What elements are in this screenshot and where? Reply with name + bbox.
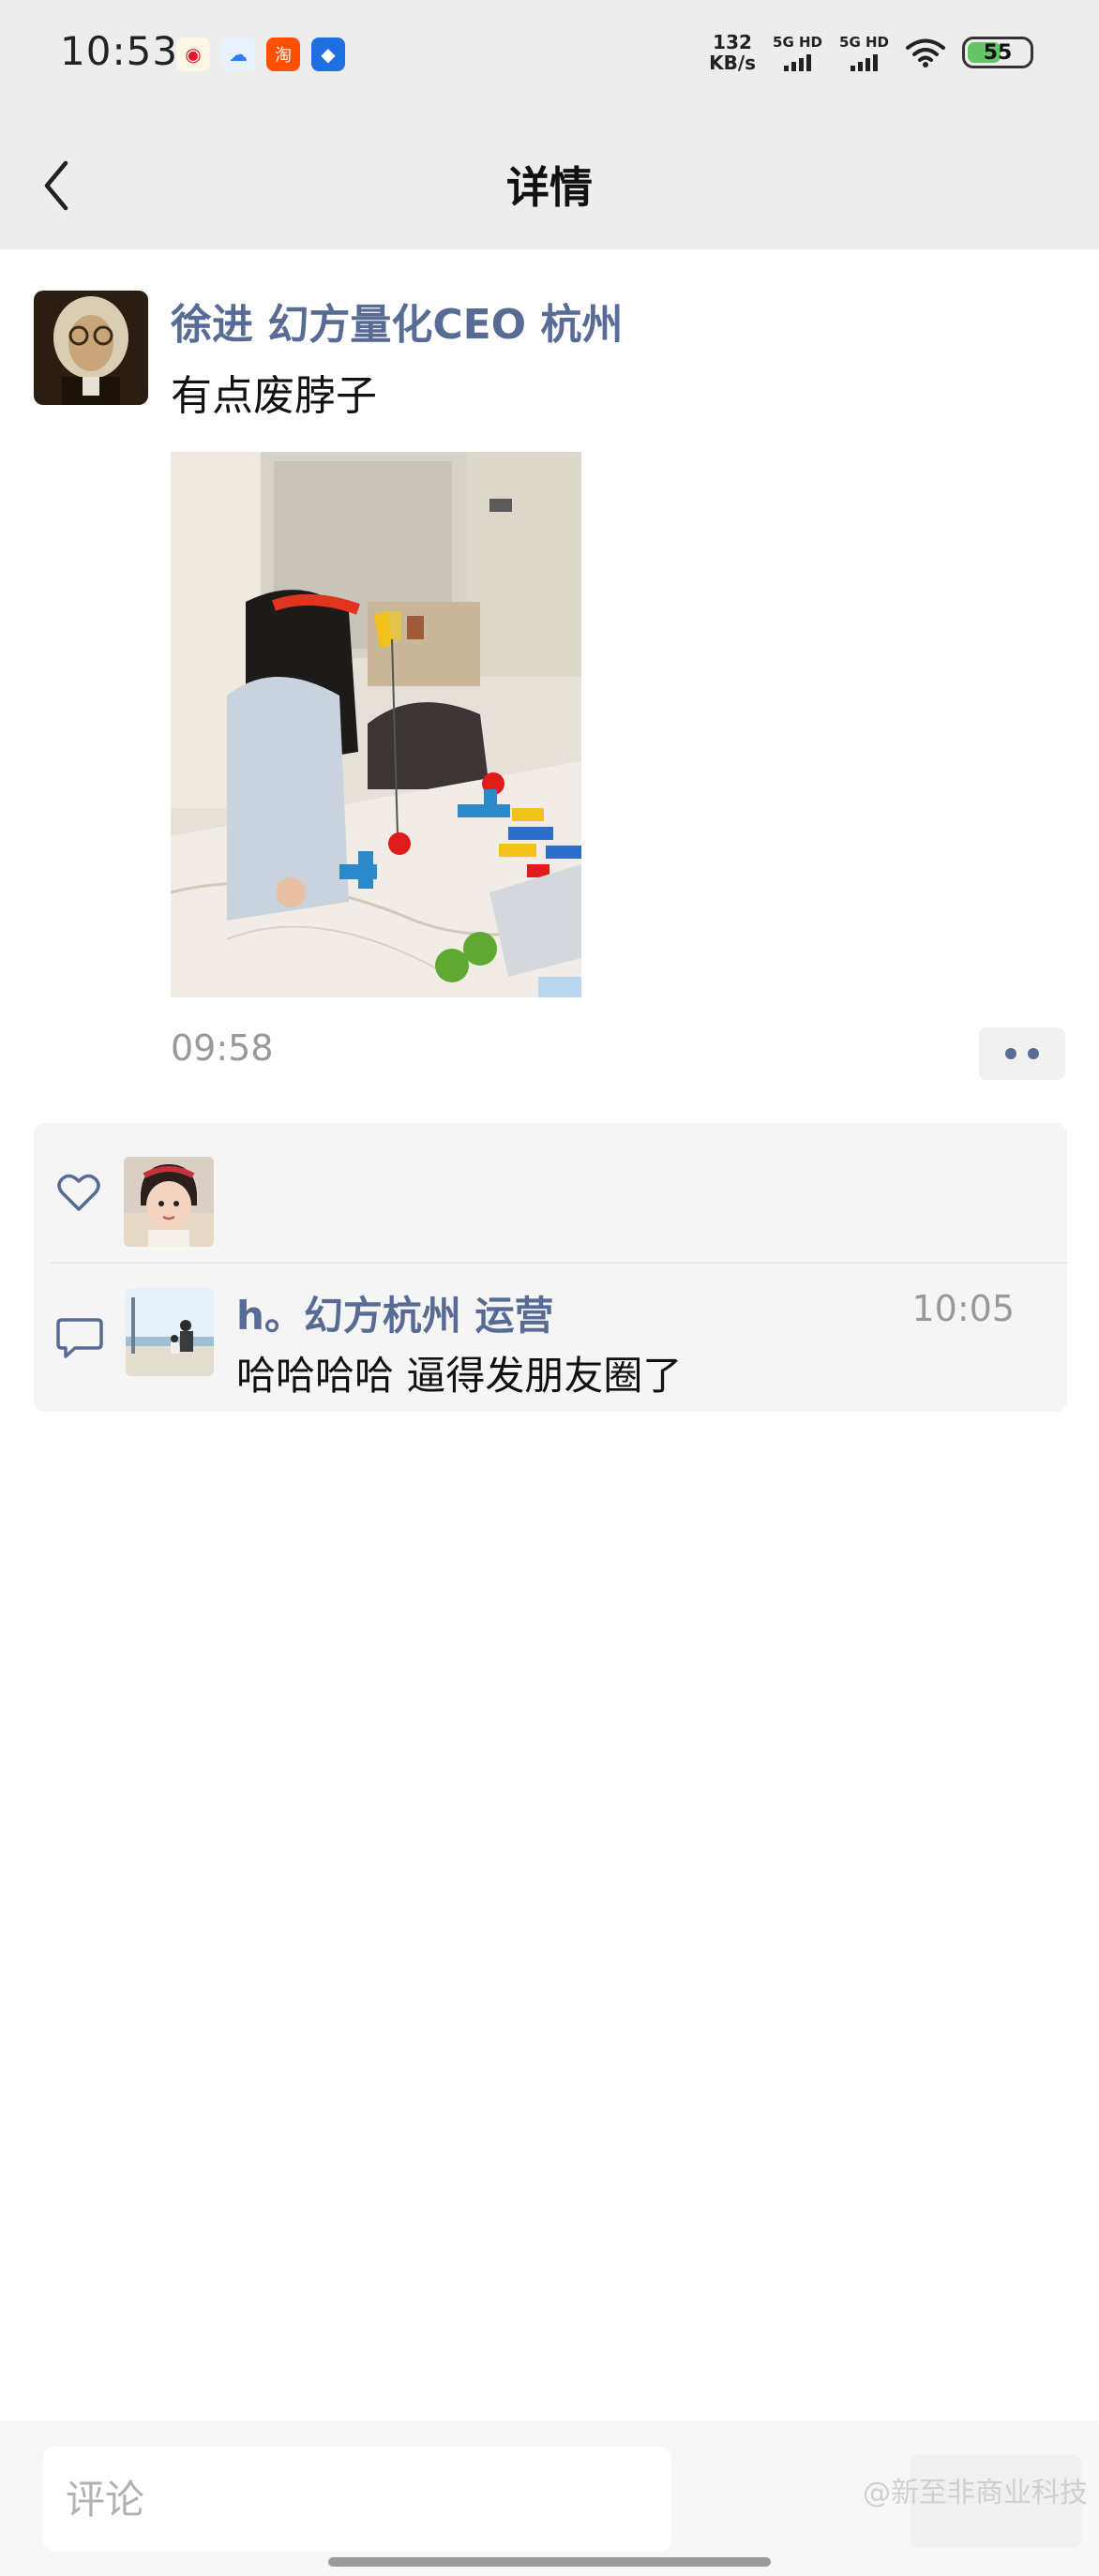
home-indicator[interactable] [328, 2557, 771, 2567]
comment-time: 10:05 [911, 1288, 1015, 1329]
more-actions-button[interactable] [979, 1027, 1065, 1080]
app-robot-icon: ◆ [311, 37, 345, 71]
status-time: 10:53 [60, 28, 179, 74]
battery-icon: 55 [962, 37, 1033, 68]
page-title: 详情 [506, 162, 593, 213]
commenter-name[interactable]: h。幻方杭州 运营 [236, 1284, 554, 1341]
signal-icon-1: 5G HD [773, 34, 822, 71]
top-nav-bar: 详情 [0, 112, 1099, 249]
post-text: 有点废脖子 [171, 372, 377, 420]
post-time: 09:58 [171, 1027, 274, 1069]
dot-icon [1028, 1048, 1039, 1059]
signal-label-1: 5G HD [773, 34, 823, 51]
status-indicators: 132 KB/s 5G HD 5G HD 55 [709, 32, 1033, 73]
comment-icon [56, 1318, 103, 1358]
comment-item[interactable]: h。幻方杭州 运营 10:05 哈哈哈哈 逼得发朋友圈了 [34, 1264, 1067, 1412]
comment-text: 哈哈哈哈 逼得发朋友圈了 [236, 1353, 683, 1399]
notification-icons: ◉ ☁ 淘 ◆ [176, 37, 345, 71]
signal-icon-2: 5G HD [839, 34, 889, 71]
post-author-name[interactable]: 徐进 幻方量化CEO 杭州 [171, 291, 623, 351]
taobao-icon: 淘 [266, 37, 300, 71]
post-photo[interactable] [171, 452, 581, 997]
commenter-avatar[interactable] [126, 1288, 214, 1376]
app-cloud-icon: ☁ [221, 37, 255, 71]
watermark: @新至非商业科技 [863, 2477, 1088, 2509]
dot-icon [1005, 1048, 1016, 1059]
status-bar: 10:53 ◉ ☁ 淘 ◆ 132 KB/s 5G HD 5G HD 55 [0, 0, 1099, 112]
weibo-icon: ◉ [176, 37, 210, 71]
comment-input[interactable] [43, 2447, 671, 2552]
likes-row [34, 1123, 1067, 1262]
net-speed: 132 KB/s [709, 32, 756, 73]
net-speed-unit: KB/s [709, 52, 757, 74]
heart-icon [57, 1174, 100, 1211]
signal-label-2: 5G HD [839, 34, 889, 51]
battery-value: 55 [983, 40, 1013, 65]
likes-comments-panel: h。幻方杭州 运营 10:05 哈哈哈哈 逼得发朋友圈了 [34, 1123, 1067, 1412]
liker-avatar[interactable] [124, 1157, 214, 1247]
author-avatar[interactable] [34, 291, 148, 405]
wifi-icon [906, 38, 945, 67]
net-speed-value: 132 [713, 31, 752, 53]
